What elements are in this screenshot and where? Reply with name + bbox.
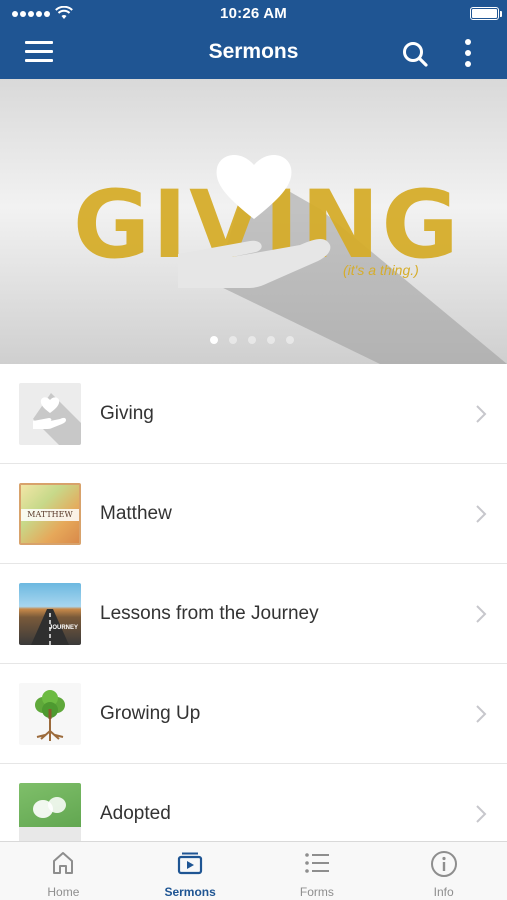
list-icon (305, 853, 329, 873)
chevron-right-icon (476, 805, 487, 823)
sermon-title: Lessons from the Journey (100, 603, 319, 624)
sermon-title: Matthew (100, 503, 172, 524)
sermon-item-matthew[interactable]: MATTHEW Matthew (0, 464, 507, 564)
battery-icon (470, 7, 502, 20)
status-time: 10:26 AM (220, 5, 287, 22)
hand-heart-icon (33, 393, 81, 445)
sermon-title: Adopted (100, 803, 171, 824)
sermon-thumbnail (19, 383, 81, 445)
chevron-right-icon (476, 505, 487, 523)
sermon-list: Giving MATTHEW Matthew JOURNEY Lessons f… (0, 364, 507, 841)
sermon-thumbnail (19, 683, 81, 745)
tab-label: Home (47, 885, 80, 899)
tree-icon (35, 690, 65, 741)
chevron-right-icon (476, 605, 487, 623)
home-icon (53, 852, 74, 874)
sermon-thumbnail: JOURNEY (19, 583, 81, 645)
sermon-item-adopted[interactable]: Adopted (0, 764, 507, 841)
hands-icon (19, 797, 81, 841)
sermon-thumbnail: MATTHEW (19, 483, 81, 545)
carousel-dot[interactable] (286, 336, 294, 344)
tab-info[interactable]: Info (380, 842, 507, 900)
status-bar: 10:26 AM (0, 0, 507, 28)
search-icon[interactable] (400, 39, 430, 69)
tab-forms[interactable]: Forms (254, 842, 381, 900)
tab-home[interactable]: Home (0, 842, 127, 900)
chevron-right-icon (476, 405, 487, 423)
app-header: 10:26 AM Sermons (0, 0, 507, 79)
page-title: Sermons (208, 40, 299, 63)
featured-banner[interactable]: GIVING (it's a thing.) (0, 79, 507, 364)
tab-bar: Home Sermons Forms Info (0, 841, 507, 900)
sermon-item-growing-up[interactable]: Growing Up (0, 664, 507, 764)
sermon-title: Giving (100, 403, 154, 424)
sermon-item-giving[interactable]: Giving (0, 364, 507, 464)
thumbnail-text: MATTHEW (21, 509, 79, 521)
carousel-dot[interactable] (267, 336, 275, 344)
carousel-dot[interactable] (248, 336, 256, 344)
more-options-icon[interactable] (458, 37, 478, 69)
sermon-title: Growing Up (100, 703, 201, 724)
tab-sermons[interactable]: Sermons (127, 842, 254, 900)
sermon-thumbnail (19, 783, 81, 841)
tab-label: Info (433, 885, 454, 899)
tab-label: Forms (299, 885, 334, 899)
thumbnail-text: JOURNEY (49, 625, 79, 631)
carousel-dot[interactable] (229, 336, 237, 344)
hand-heart-icon (178, 155, 331, 288)
road-icon (31, 609, 69, 645)
carousel-dot[interactable] (210, 336, 218, 344)
tab-label: Sermons (164, 885, 216, 899)
sermon-item-lessons-from-the-journey[interactable]: JOURNEY Lessons from the Journey (0, 564, 507, 664)
info-icon (430, 851, 457, 877)
sermons-icon (178, 852, 203, 875)
chevron-right-icon (476, 705, 487, 723)
banner-tagline: (it's a thing.) (343, 262, 419, 278)
carousel-pagination[interactable] (210, 336, 294, 344)
